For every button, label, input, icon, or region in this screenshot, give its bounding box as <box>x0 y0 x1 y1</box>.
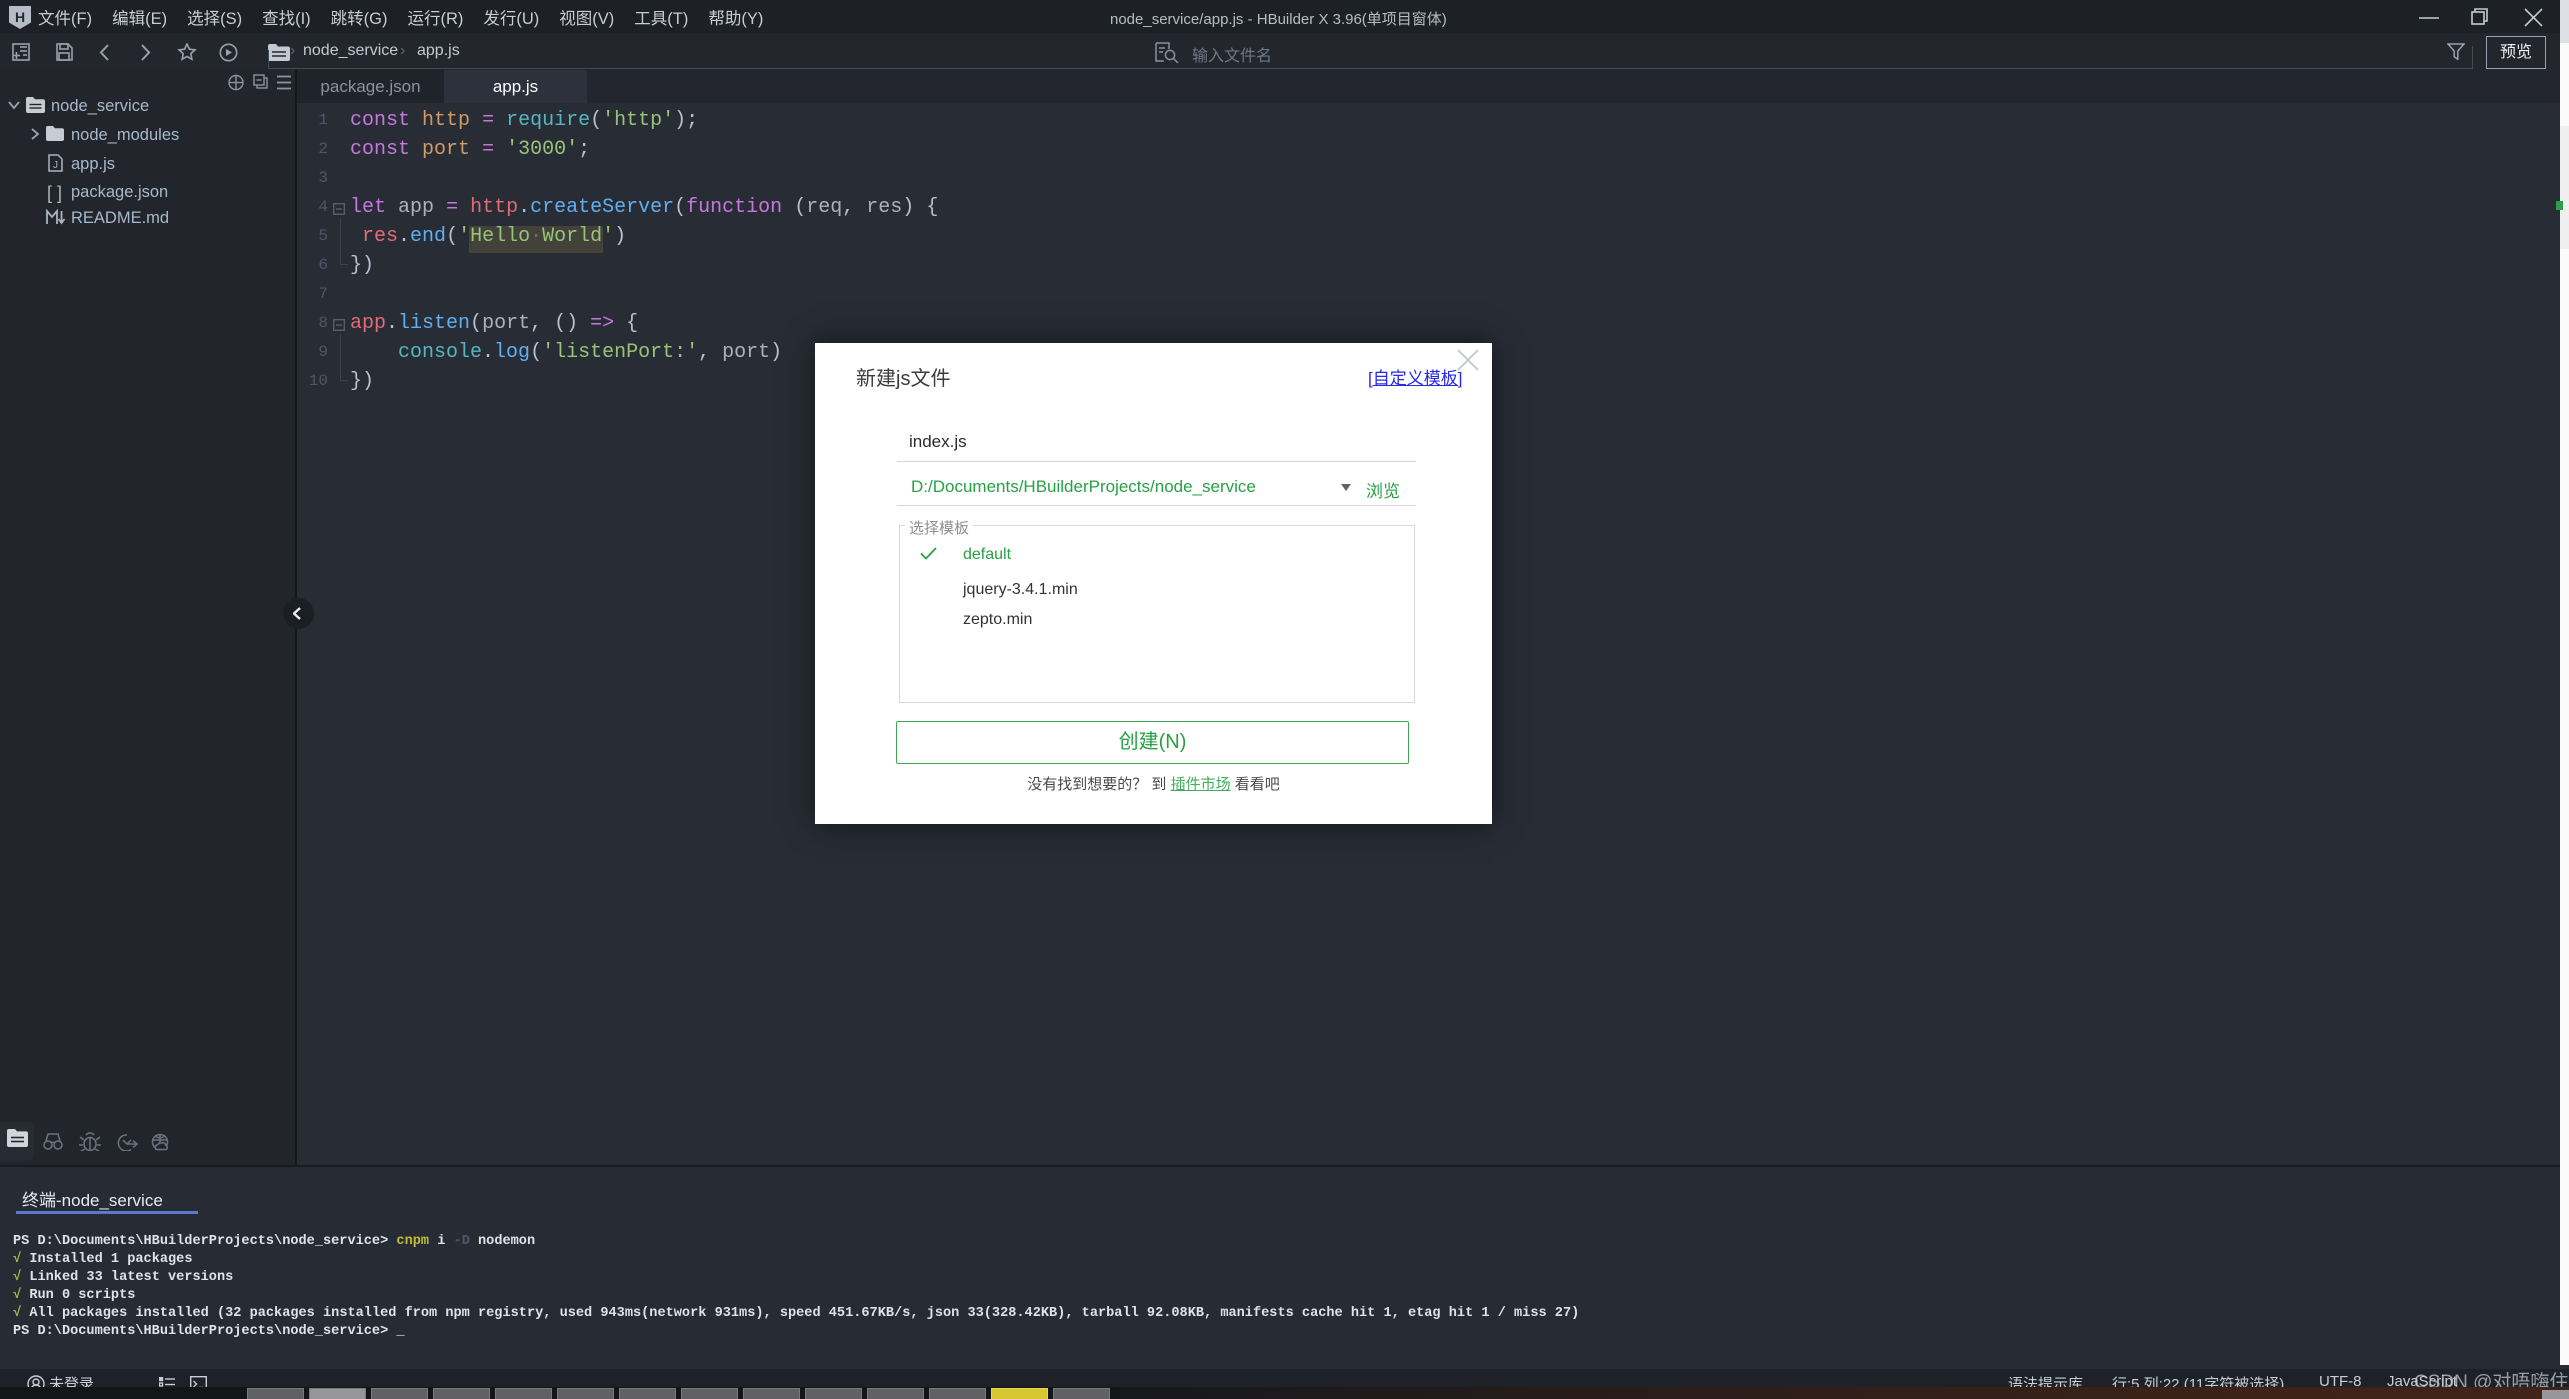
svg-text:H: H <box>15 9 25 25</box>
svg-text:J: J <box>53 160 58 171</box>
